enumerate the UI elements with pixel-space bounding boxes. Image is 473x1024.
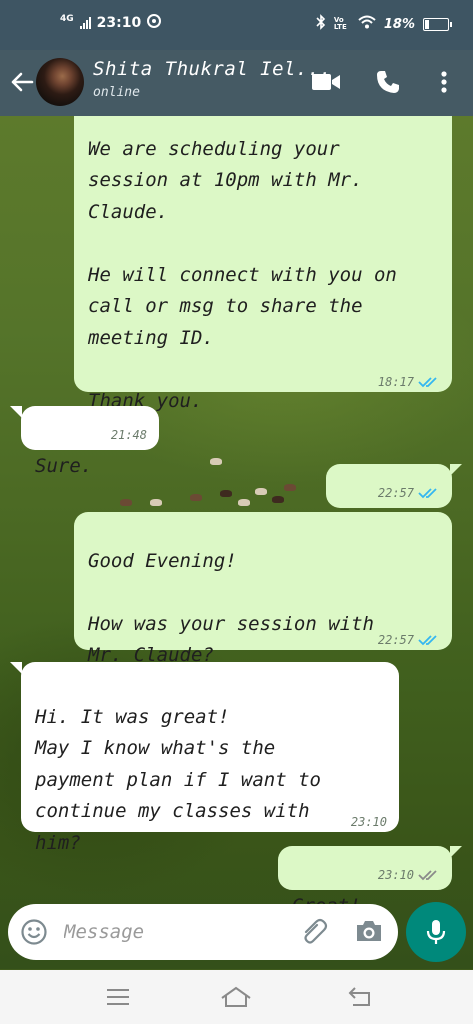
more-vertical-icon — [441, 71, 447, 93]
contact-name[interactable]: Shita Thukral Iel... — [93, 58, 332, 80]
bubble-tail — [10, 406, 22, 418]
message-meta: 22:57 — [378, 633, 440, 647]
contact-status: online — [93, 85, 140, 100]
wifi-icon — [358, 15, 376, 33]
double-check-delivered-icon — [418, 870, 437, 881]
volte-indicator: Vo LTE — [333, 16, 347, 31]
message-time: 22:57 — [377, 633, 414, 647]
status-right: Vo LTE 18% — [316, 14, 452, 34]
chat-area[interactable]: We are scheduling your session at 10pm w… — [0, 116, 473, 969]
phone-icon — [377, 71, 399, 93]
message-meta: 21:48 — [111, 428, 147, 442]
message-text: Hi. It was great! May I know what's the … — [35, 705, 321, 854]
double-check-read-icon — [418, 635, 437, 646]
message-time: 23:10 — [350, 815, 387, 829]
avatar[interactable] — [36, 58, 84, 106]
status-left: 4G 23:10 — [60, 14, 162, 32]
camera-button[interactable] — [354, 918, 384, 946]
double-check-read-icon — [418, 488, 437, 499]
bubble-tail — [450, 846, 462, 858]
message-meta: 18:17 — [378, 375, 440, 389]
message-bubble-outgoing[interactable]: Hi 22:57 — [326, 464, 452, 535]
message-time: 21:48 — [110, 428, 147, 442]
message-meta: 23:10 — [351, 815, 387, 829]
message-bubble-outgoing[interactable]: Great! 23:10 — [278, 846, 452, 917]
message-bubble-incoming[interactable]: Hi. It was great! May I know what's the … — [21, 662, 399, 854]
bluetooth-icon — [316, 14, 326, 34]
attach-button[interactable] — [300, 918, 330, 946]
message-composer — [8, 904, 398, 960]
arrow-left-icon — [11, 72, 34, 92]
message-text: Good Evening! How was your session with … — [88, 549, 374, 667]
message-time: 18:17 — [377, 375, 414, 389]
battery-icon — [423, 17, 452, 31]
signal-icon — [79, 17, 91, 29]
double-check-read-icon — [418, 377, 437, 388]
home-button[interactable] — [220, 984, 252, 1010]
battery-percent: 18% — [383, 16, 415, 32]
system-nav-bar — [0, 970, 473, 1024]
emoji-button[interactable] — [20, 918, 48, 946]
message-input[interactable] — [64, 916, 284, 948]
back-button[interactable] — [8, 68, 36, 96]
message-meta: 22:57 — [378, 486, 440, 500]
emoji-icon — [21, 919, 47, 945]
message-text: Sure. — [35, 455, 93, 477]
message-bubble-outgoing[interactable]: Good Evening! How was your session with … — [74, 512, 452, 666]
message-time: 23:10 — [377, 868, 414, 882]
voice-record-button[interactable] — [406, 902, 466, 962]
video-call-button[interactable] — [310, 66, 342, 98]
paperclip-icon — [304, 918, 328, 944]
message-meta: 23:10 — [378, 868, 440, 882]
video-camera-icon — [312, 74, 340, 90]
notification-icon — [147, 14, 162, 32]
home-icon — [221, 986, 251, 1007]
network-type: 4G — [60, 14, 74, 24]
message-bubble-incoming[interactable]: Sure. 21:48 — [21, 406, 159, 477]
message-time: 22:57 — [377, 486, 414, 500]
mic-icon — [426, 920, 446, 944]
voice-call-button[interactable] — [372, 66, 404, 98]
back-nav-button[interactable] — [344, 984, 376, 1010]
back-arrow-icon — [348, 987, 370, 1006]
menu-lines-icon — [107, 989, 129, 1005]
bubble-tail — [10, 662, 22, 674]
status-bar: 4G 23:10 Vo LTE 18% — [0, 0, 473, 50]
recent-apps-button[interactable] — [102, 984, 134, 1010]
camera-icon — [357, 921, 381, 941]
status-time: 23:10 — [96, 15, 142, 31]
chat-header: Shita Thukral Iel... online — [0, 50, 473, 116]
overflow-menu-button[interactable] — [428, 66, 460, 98]
bubble-tail — [450, 464, 462, 476]
message-bubble-outgoing[interactable]: We are scheduling your session at 10pm w… — [74, 116, 452, 412]
